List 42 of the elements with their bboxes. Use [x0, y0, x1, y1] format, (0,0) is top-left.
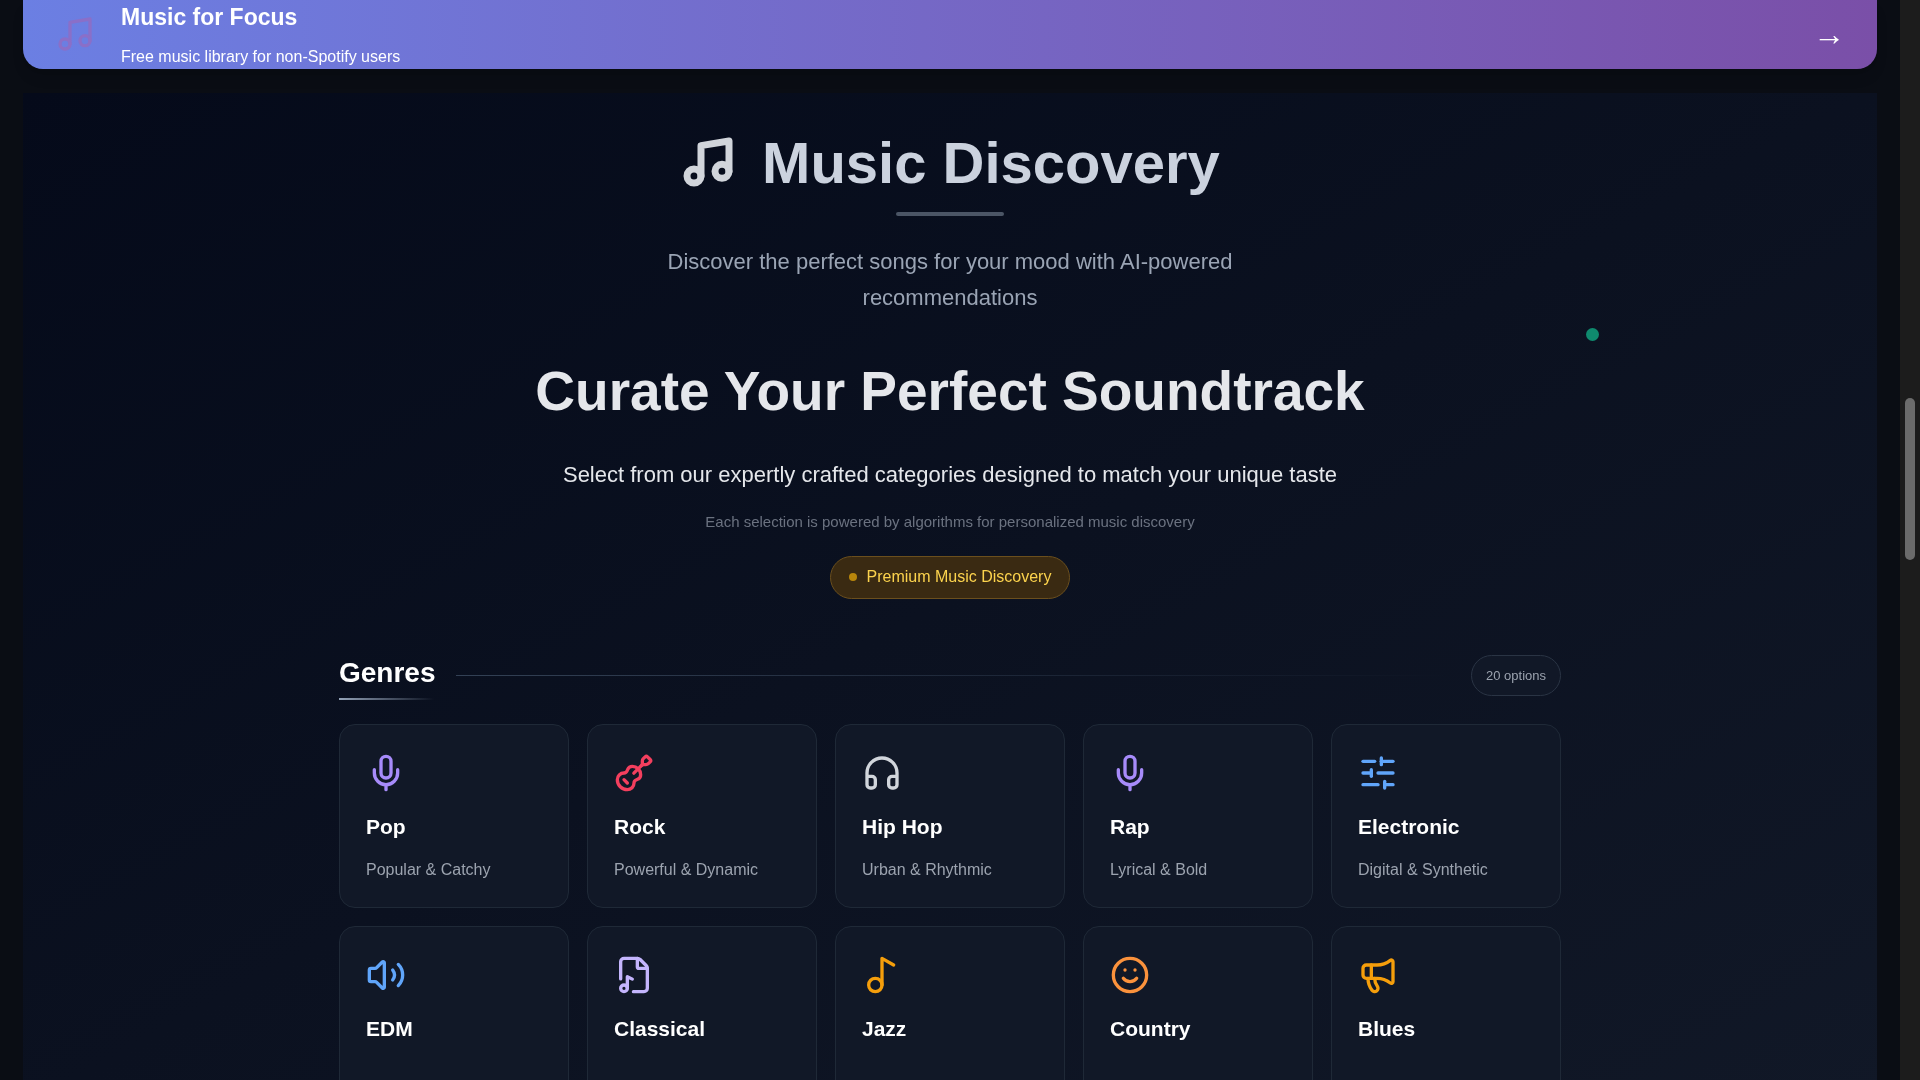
genre-name: Electronic [1358, 813, 1461, 840]
genre-card[interactable]: Classical [587, 925, 817, 1080]
options-count: 20 options [1471, 654, 1561, 697]
arrow-link[interactable]: → [1813, 10, 1845, 59]
genre-description: Popular & Catchy [366, 860, 492, 880]
banner-title: Music for Focus [121, 3, 299, 32]
genre-card[interactable]: Jazz [835, 925, 1065, 1080]
promo-banner[interactable]: Music for Focus Free music library for non-Spotify users → [23, 0, 1877, 69]
hero-note: Each selection is powered by algorithms for personalized music discovery [705, 512, 1195, 532]
banner-subtitle: Free music library for non-Spotify users [121, 46, 401, 67]
genre-name: Country [1110, 1015, 1192, 1042]
genre-card[interactable]: Pop Popular & Catchy [339, 723, 569, 908]
genre-name: EDM [366, 1015, 414, 1042]
genre-name: Jazz [862, 1015, 908, 1042]
genre-name: Hip Hop [862, 813, 944, 840]
genre-name: Classical [614, 1015, 707, 1042]
genre-card[interactable]: EDM [339, 925, 569, 1080]
genre-name: Rap [1110, 813, 1151, 840]
genre-card[interactable]: Hip Hop Urban & Rhythmic [835, 723, 1065, 908]
badge-label: Premium Music Discovery [866, 567, 1052, 587]
genre-description: Urban & Rhythmic [862, 860, 993, 880]
genre-card[interactable]: Blues [1331, 925, 1561, 1080]
genre-card[interactable]: Rock Powerful & Dynamic [587, 723, 817, 908]
genre-name: Rock [614, 813, 667, 840]
page-title: Music Discovery [762, 128, 1220, 197]
genre-name: Blues [1358, 1015, 1417, 1042]
genre-card[interactable]: Rap Lyrical & Bold [1083, 723, 1313, 908]
genre-description: Digital & Synthetic [1358, 860, 1489, 880]
section-title: Genres [339, 655, 436, 690]
genre-card[interactable]: Electronic Digital & Synthetic [1331, 723, 1561, 908]
scrollbar[interactable] [1900, 0, 1920, 1080]
guitar-icon [614, 752, 654, 793]
dot-decoration [1586, 327, 1599, 341]
hero-lead: Select from our expertly crafted categories designed to match your unique taste [562, 461, 1338, 489]
smiling-face-icon [1110, 954, 1150, 995]
genre-description: Powerful & Dynamic [614, 860, 760, 880]
hero-heading: Curate Your Perfect Soundtrack [535, 358, 1365, 424]
scroll-thumb[interactable] [1905, 398, 1915, 560]
page-subtitle: Discover the perfect songs for your mood with AI-powered recommendations [666, 247, 1234, 312]
genre-description: Lyrical & Bold [1110, 860, 1209, 880]
genre-name: Pop [366, 813, 407, 840]
genre-card[interactable]: Country [1083, 925, 1313, 1080]
